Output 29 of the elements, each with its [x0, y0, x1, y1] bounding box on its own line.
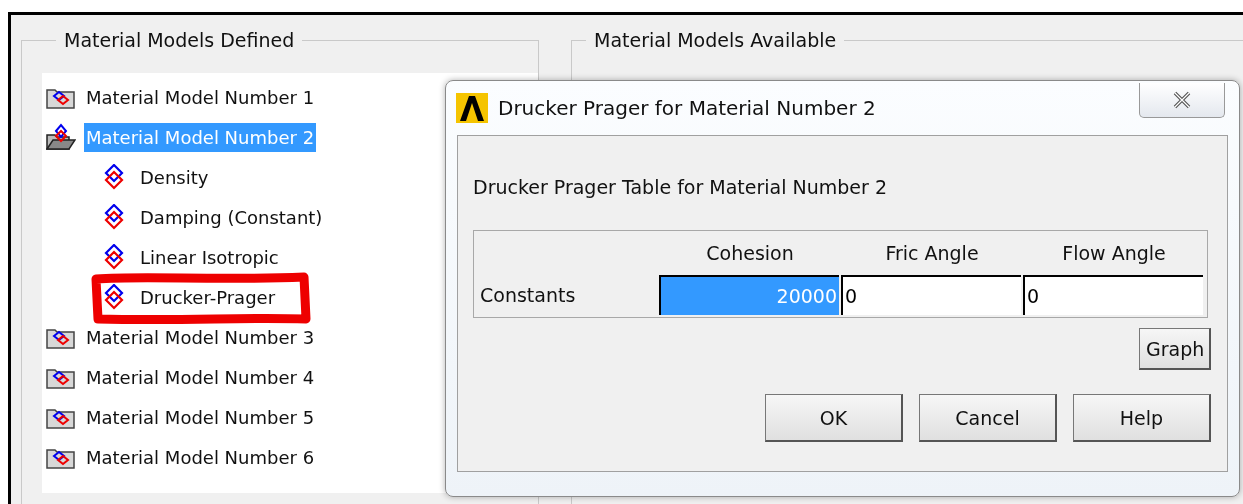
tree-item[interactable]: Density: [138, 162, 211, 192]
column-header: Flow Angle: [1061, 242, 1167, 264]
column-header: Fric Angle: [884, 242, 980, 264]
row-label: Constants: [479, 284, 577, 306]
tree-item[interactable]: Material Model Number 4: [84, 362, 317, 392]
dialog-button[interactable]: Help: [1073, 394, 1211, 442]
dialog-title: Drucker Prager for Material Number 2: [498, 96, 876, 120]
app-logo-icon: [456, 93, 488, 123]
group-title: Material Models Defined: [63, 29, 296, 51]
dialog-button[interactable]: Cancel: [919, 394, 1057, 442]
tree-item[interactable]: Damping (Constant): [138, 202, 325, 232]
close-button[interactable]: [1139, 83, 1225, 118]
tree-item[interactable]: Material Model Number 5: [84, 402, 317, 432]
graph-button[interactable]: Graph: [1139, 328, 1211, 370]
tree-item[interactable]: Material Model Number 6: [84, 442, 317, 472]
value-field[interactable]: 0: [841, 275, 1021, 315]
dialog-button[interactable]: OK: [765, 394, 903, 442]
close-icon: [1173, 91, 1191, 109]
diamond-icon: [104, 244, 124, 270]
diamond-icon: [104, 284, 124, 310]
tree-item[interactable]: Linear Isotropic: [138, 242, 281, 272]
diamond-icon: [104, 164, 124, 190]
table-heading: Drucker Prager Table for Material Number 2: [473, 176, 888, 200]
tree-item[interactable]: Material Model Number 3: [84, 322, 317, 352]
column-header: Cohesion: [705, 242, 795, 264]
diamond-icon: [104, 204, 124, 230]
group-title: Material Models Available: [593, 29, 838, 51]
tree-item[interactable]: Material Model Number 1: [84, 82, 317, 112]
value-field[interactable]: 0: [1023, 275, 1203, 315]
